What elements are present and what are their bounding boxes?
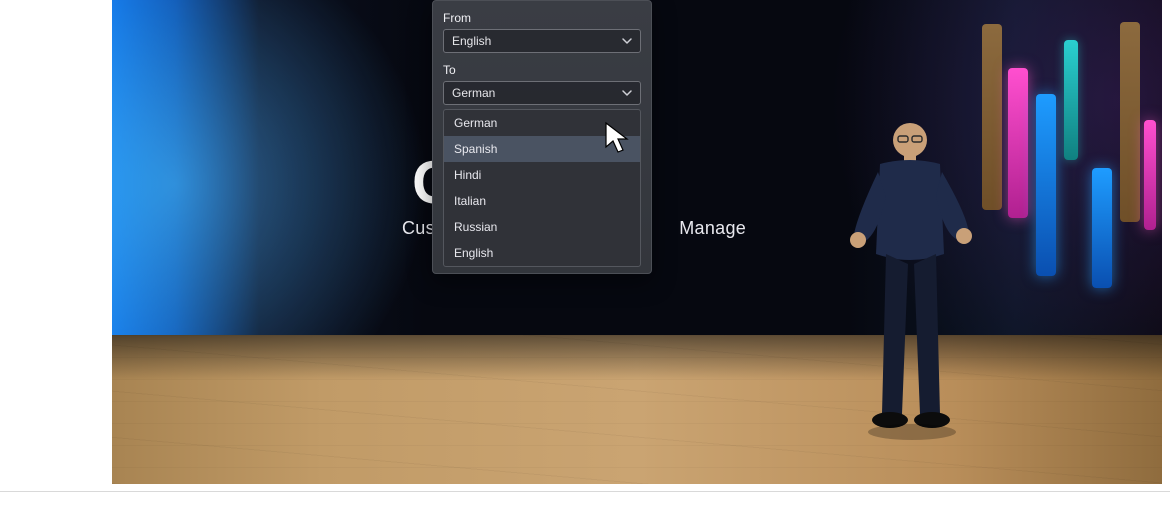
from-language-select[interactable]: English (443, 29, 641, 53)
dropdown-option[interactable]: English (444, 240, 640, 266)
decor-panel (1036, 94, 1056, 276)
to-label: To (443, 63, 641, 77)
stage: C Customize Build Manage aka.ms/CopilotS… (112, 0, 1162, 484)
video-still: C Customize Build Manage aka.ms/CopilotS… (112, 0, 1162, 484)
decor-panel (1120, 22, 1140, 222)
display-word: Manage (679, 218, 746, 239)
chevron-down-icon (620, 34, 634, 48)
to-language-value: German (452, 86, 495, 100)
decor-panel (1144, 120, 1156, 230)
dropdown-option[interactable]: German (444, 110, 640, 136)
dropdown-option[interactable]: Russian (444, 214, 640, 240)
decor-panel (982, 24, 1002, 210)
dropdown-option[interactable]: Hindi (444, 162, 640, 188)
decor-panel (1064, 40, 1078, 160)
decor-panel (1008, 68, 1028, 218)
page-divider (0, 491, 1170, 492)
chevron-down-icon (620, 86, 634, 100)
from-label: From (443, 11, 641, 25)
dropdown-option[interactable]: Spanish (444, 136, 640, 162)
translate-panel: From English To German GermanSpanishHind… (432, 0, 652, 274)
to-language-select[interactable]: German (443, 81, 641, 105)
dropdown-option[interactable]: Italian (444, 188, 640, 214)
from-language-value: English (452, 34, 491, 48)
stage-floor (112, 335, 1162, 484)
to-language-dropdown: GermanSpanishHindiItalianRussianEnglish (443, 109, 641, 267)
decor-panel (1092, 168, 1112, 288)
presenter (848, 114, 978, 444)
